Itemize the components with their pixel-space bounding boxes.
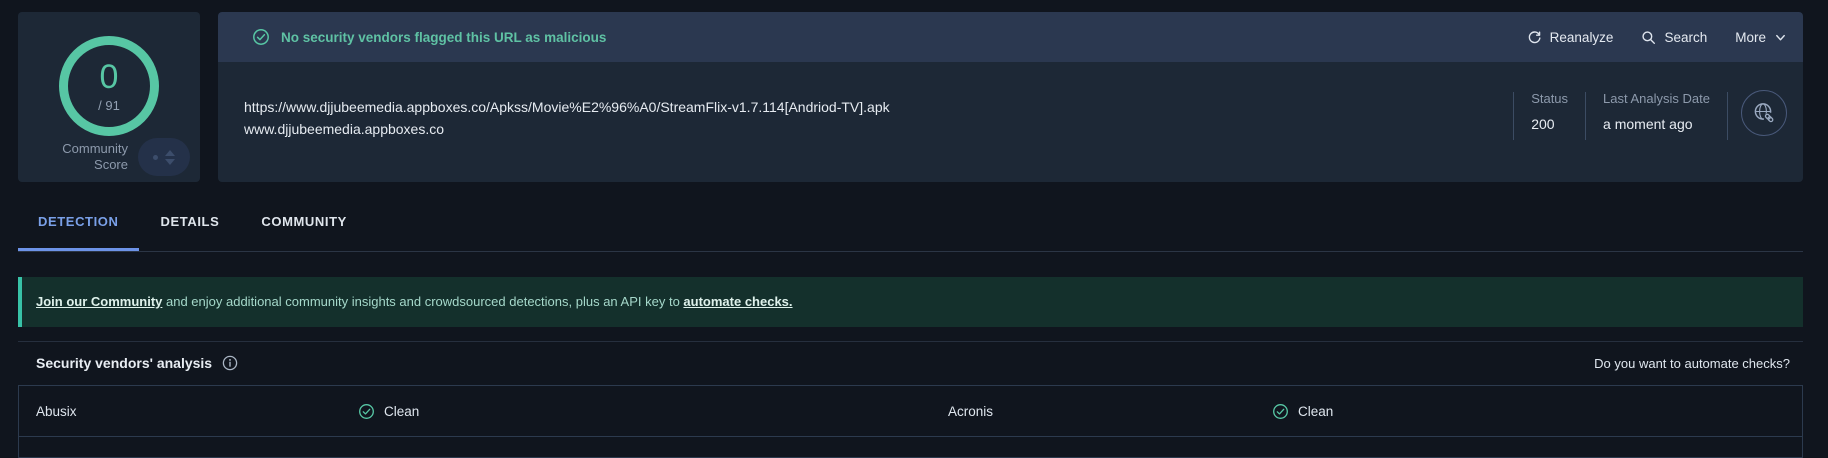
reanalyze-button[interactable]: Reanalyze — [1527, 29, 1614, 45]
more-button[interactable]: More — [1735, 30, 1787, 45]
search-label: Search — [1664, 29, 1708, 45]
verdict-text: No security vendors flagged this URL as … — [281, 29, 607, 45]
vendor-result: Clean — [1272, 403, 1802, 420]
url-block: https://www.djjubeemedia.appboxes.co/Apk… — [218, 62, 1513, 182]
vendor-result-label: Clean — [384, 403, 420, 419]
globe-link-icon — [1751, 100, 1778, 127]
tab-details[interactable]: DETAILS — [141, 214, 240, 251]
analysis-summary-panel: No security vendors flagged this URL as … — [218, 12, 1803, 182]
community-vote-widget[interactable] — [138, 138, 190, 176]
table-row — [19, 437, 1802, 457]
tab-detection[interactable]: DETECTION — [18, 214, 139, 251]
score-denominator: / 91 — [98, 98, 120, 113]
search-icon — [1641, 30, 1656, 45]
score-value: 0 — [99, 58, 119, 96]
clean-check-icon — [1272, 403, 1289, 420]
table-row: Abusix Clean Acronis Clean — [19, 386, 1802, 437]
join-community-banner: Join our Community and enjoy additional … — [18, 277, 1803, 327]
report-tabs: DETECTION DETAILS COMMUNITY — [18, 182, 1803, 252]
divider — [1727, 92, 1728, 140]
detection-score-ring: 0 / 91 — [57, 34, 161, 138]
reanalyze-icon — [1527, 30, 1542, 45]
check-circle-icon — [252, 28, 270, 46]
more-label: More — [1735, 29, 1766, 45]
verdict-strip: No security vendors flagged this URL as … — [218, 12, 1803, 62]
join-community-middle-text: and enjoy additional community insights … — [162, 294, 684, 309]
vendor-name: Acronis — [948, 403, 994, 419]
tab-community[interactable]: COMMUNITY — [241, 214, 367, 251]
vote-arrows-icon — [165, 149, 175, 165]
vendor-result-label: Clean — [1298, 403, 1334, 419]
url-globe-badge — [1741, 90, 1787, 136]
vote-dot-icon — [153, 154, 158, 160]
join-community-link[interactable]: Join our Community — [36, 294, 162, 309]
chevron-down-icon — [1774, 31, 1787, 44]
score-card: 0 / 91 Community Score — [18, 12, 200, 182]
vendors-analysis-title: Security vendors' analysis — [36, 355, 213, 371]
automate-checks-link[interactable]: automate checks. — [683, 294, 792, 309]
last-analysis-label: Last Analysis Date — [1603, 91, 1710, 106]
automate-checks-prompt[interactable]: Do you want to automate checks? — [1594, 356, 1790, 371]
search-button[interactable]: Search — [1641, 30, 1707, 45]
vendors-table: Abusix Clean Acronis Clean — [18, 385, 1803, 458]
status-block: Status 200 — [1514, 90, 1585, 134]
join-community-text: Join our Community and enjoy additional … — [36, 293, 793, 311]
last-analysis-value: a moment ago — [1603, 116, 1693, 132]
vendor-name: Abusix — [36, 403, 77, 419]
info-icon[interactable] — [222, 355, 238, 371]
scanned-url: https://www.djjubeemedia.appboxes.co/Apk… — [244, 99, 890, 115]
clean-check-icon — [358, 403, 375, 420]
vendor-result: Clean — [358, 403, 948, 420]
analysis-meta: Status 200 Last Analysis Date a moment a… — [1513, 90, 1803, 182]
status-value: 200 — [1531, 116, 1555, 132]
vendors-analysis-header: Security vendors' analysis Do you want t… — [18, 341, 1803, 385]
reanalyze-label: Reanalyze — [1549, 29, 1614, 45]
header-row: 0 / 91 Community Score No security vendo… — [18, 12, 1803, 182]
community-score-label: Community Score — [62, 141, 128, 172]
last-analysis-block: Last Analysis Date a moment ago — [1586, 90, 1727, 134]
scanned-domain[interactable]: www.djjubeemedia.appboxes.co — [244, 118, 1503, 140]
status-label: Status — [1531, 91, 1569, 106]
